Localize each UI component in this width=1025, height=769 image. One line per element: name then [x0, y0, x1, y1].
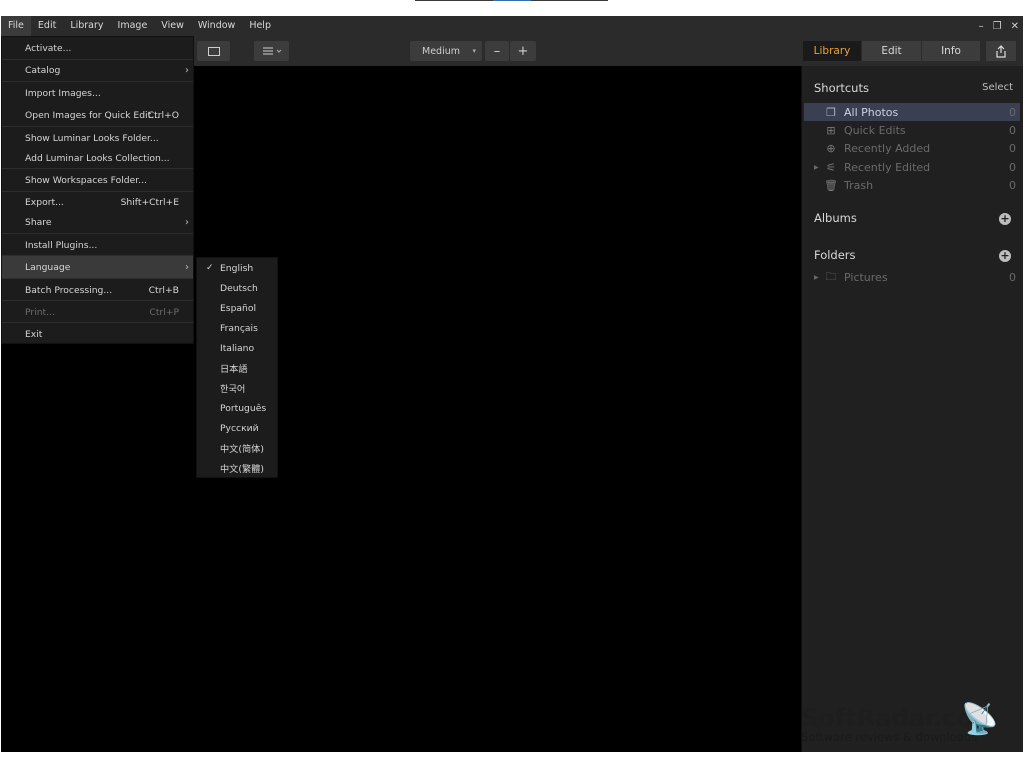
language-submenu: ✓ English Deutsch Español Français Italia… — [196, 257, 278, 478]
zoom-value: Medium — [422, 45, 460, 57]
shortcut-recently-added[interactable]: ⊕ Recently Added 0 — [804, 139, 1020, 157]
checkmark-icon: ✓ — [206, 263, 214, 273]
close-icon[interactable]: ✕ — [1011, 21, 1019, 32]
menu-item-import[interactable]: Import Images... — [2, 82, 193, 104]
chevron-right-icon: › — [185, 64, 189, 76]
language-option-chinese-simplified[interactable]: 中文(简体) — [197, 438, 277, 458]
zoom-in-button[interactable]: + — [510, 41, 536, 61]
taskbar-indicator — [415, 0, 608, 1]
menu-library[interactable]: Library — [63, 16, 110, 36]
restore-icon[interactable]: ❐ — [993, 21, 1002, 32]
sliders-icon: ⚟ — [826, 160, 836, 174]
grid-icon: ⊞ — [826, 123, 836, 137]
plus-circle-icon: ⊕ — [826, 141, 836, 155]
language-option-japanese[interactable]: 日本語 — [197, 358, 277, 378]
select-link[interactable]: Select — [982, 82, 1013, 93]
shortcut-label: Trash — [844, 178, 874, 192]
expand-icon[interactable]: ▶ — [814, 164, 819, 171]
chevron-right-icon: › — [185, 261, 189, 273]
menu-window[interactable]: Window — [191, 16, 242, 36]
shortcut-recently-edited[interactable]: ▶ ⚟ Recently Edited 0 — [804, 158, 1020, 176]
menu-item-add-looks-collection[interactable]: Add Luminar Looks Collection... — [2, 147, 193, 169]
screen: File Edit Library Image View Window Help… — [0, 0, 1025, 769]
sort-icon — [262, 47, 281, 55]
language-option-chinese-traditional[interactable]: 中文(繁體) — [197, 458, 277, 478]
menu-item-open-quick-edit[interactable]: Open Images for Quick Edit... Ctrl+O — [2, 104, 193, 126]
shortcut-count: 0 — [1009, 105, 1016, 119]
shortcut-label: Quick Edits — [844, 123, 906, 137]
shortcut-count: 0 — [1009, 123, 1016, 137]
single-view-button[interactable] — [197, 41, 230, 61]
expand-icon[interactable]: ▶ — [814, 274, 819, 281]
zoom-select[interactable]: Medium ▾ — [410, 41, 482, 61]
menu-item-export[interactable]: Export... Shift+Ctrl+E — [2, 191, 193, 213]
shortcut-count: 0 — [1009, 178, 1016, 192]
folders-title: Folders — [814, 248, 856, 262]
tab-info[interactable]: Info — [922, 41, 980, 61]
tab-edit[interactable]: Edit — [862, 41, 921, 61]
menu-item-batch-processing[interactable]: Batch Processing... Ctrl+B — [2, 279, 193, 301]
menu-item-activate[interactable]: Activate... — [2, 37, 193, 59]
shortcuts-title: Shortcuts — [814, 81, 869, 95]
add-album-icon[interactable]: + — [999, 213, 1011, 225]
language-option-portuguese[interactable]: Português — [197, 398, 277, 418]
menu-file[interactable]: File — [1, 16, 31, 36]
shortcut-quick-edits[interactable]: ⊞ Quick Edits 0 — [804, 121, 1020, 139]
sort-button[interactable] — [254, 41, 289, 61]
menu-item-language[interactable]: Language › — [2, 256, 193, 278]
menu-item-print: Print... Ctrl+P — [25, 306, 179, 318]
language-option-korean[interactable]: 한국어 — [197, 378, 277, 398]
language-option-german[interactable]: Deutsch — [197, 278, 277, 298]
single-view-icon — [207, 46, 220, 56]
watermark: SoftRadar.com Software reviews & downloa… — [801, 700, 1023, 752]
menu-item-install-plugins[interactable]: Install Plugins... — [2, 234, 193, 256]
chevron-right-icon: › — [185, 216, 189, 228]
trash-icon: 🗑 — [824, 178, 838, 192]
file-menu: Activate... Catalog › Import Images... Op… — [1, 36, 194, 344]
menu-item-show-looks-folder[interactable]: Show Luminar Looks Folder... — [2, 127, 193, 149]
menu-item-share[interactable]: Share › — [2, 211, 193, 233]
shortcut-trash[interactable]: 🗑 Trash 0 — [804, 176, 1020, 194]
luminar-window: File Edit Library Image View Window Help… — [1, 16, 1023, 752]
language-option-russian[interactable]: Русский — [197, 418, 277, 438]
shortcut-all-photos[interactable]: ❐ All Photos 0 — [804, 103, 1020, 121]
menu-bar: File Edit Library Image View Window Help… — [1, 16, 1023, 36]
language-option-french[interactable]: Français — [197, 318, 277, 338]
menu-edit[interactable]: Edit — [31, 16, 63, 36]
menu-item-exit[interactable]: Exit — [2, 323, 193, 345]
shortcut-label: All Photos — [844, 105, 899, 119]
menu-help[interactable]: Help — [242, 16, 278, 36]
window-controls: – ❐ ✕ — [979, 16, 1019, 36]
language-option-italian[interactable]: Italiano — [197, 338, 277, 358]
albums-title: Albums — [814, 211, 857, 225]
share-icon — [996, 44, 1006, 58]
folder-label: Pictures — [844, 270, 888, 284]
menu-item-show-workspaces[interactable]: Show Workspaces Folder... — [2, 169, 193, 191]
folder-count: 0 — [1009, 270, 1016, 284]
language-option-english[interactable]: ✓ English — [197, 258, 277, 278]
tab-library[interactable]: Library — [803, 41, 861, 61]
shortcut-label: Recently Edited — [844, 160, 931, 174]
watermark-subtitle: Software reviews & downloads — [801, 730, 978, 744]
shortcut-count: 0 — [1009, 160, 1016, 174]
add-folder-icon[interactable]: + — [999, 250, 1011, 262]
share-button[interactable] — [986, 41, 1016, 61]
satellite-dish-icon: 📡 — [961, 702, 999, 737]
library-sidebar: Shortcuts Select ❐ All Photos 0 ⊞ Quick … — [801, 66, 1023, 752]
folder-pictures[interactable]: ▶ 🗀 Pictures 0 — [804, 268, 1020, 286]
zoom-out-button[interactable]: – — [485, 41, 509, 61]
shortcut-count: 0 — [1009, 141, 1016, 155]
shortcut-label: Recently Added — [844, 141, 931, 155]
photos-icon: ❐ — [826, 105, 836, 119]
menu-image[interactable]: Image — [111, 16, 155, 36]
menu-view[interactable]: View — [154, 16, 191, 36]
menu-item-catalog[interactable]: Catalog › — [2, 59, 193, 81]
folder-icon: 🗀 — [825, 269, 837, 283]
minimize-icon[interactable]: – — [979, 21, 984, 32]
panel-tabs: Library Edit Info — [801, 36, 1023, 66]
chevron-down-icon: ▾ — [472, 47, 476, 55]
language-option-spanish[interactable]: Español — [197, 298, 277, 318]
